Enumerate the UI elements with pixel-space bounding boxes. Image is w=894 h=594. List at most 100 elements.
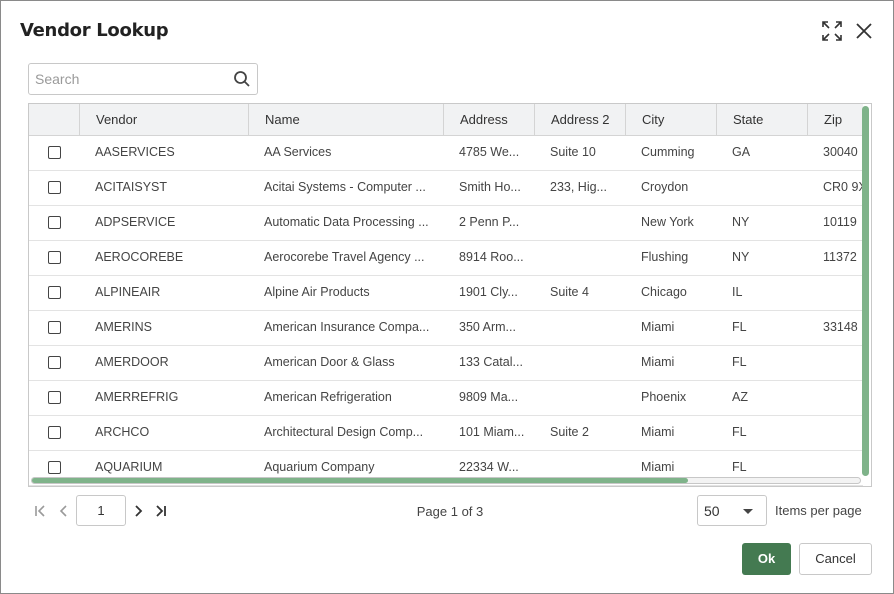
items-per-page-value: 50 — [704, 503, 720, 519]
cell-vendor: AASERVICES — [95, 145, 175, 159]
header-select[interactable] — [29, 104, 79, 136]
cell-address: 1901 Cly... — [459, 285, 518, 299]
cell-address-2 — [534, 206, 625, 240]
row-checkbox[interactable] — [48, 321, 61, 334]
cell-state: IL — [732, 285, 743, 299]
cell-city: Flushing — [641, 250, 689, 264]
table-row[interactable]: AEROCOREBE Aerocorebe Travel Agency ... 89… — [29, 241, 863, 276]
close-icon — [856, 23, 872, 39]
prev-page-button[interactable] — [54, 501, 74, 521]
cell-vendor: ADPSERVICE — [95, 215, 176, 229]
row-checkbox[interactable] — [48, 216, 61, 229]
row-checkbox[interactable] — [48, 251, 61, 264]
table-row[interactable]: ALPINEAIR Alpine Air Products 1901 Cly... S… — [29, 276, 863, 311]
cell-name: American Insurance Compa... — [264, 320, 430, 334]
header-address[interactable]: Address — [443, 104, 534, 136]
cell-city: Miami — [641, 355, 675, 369]
cell-state: GA — [732, 145, 751, 159]
close-button[interactable] — [852, 19, 876, 43]
page-number-input[interactable]: 1 — [76, 495, 126, 526]
cell-zip — [807, 381, 869, 415]
cell-vendor: AMERDOOR — [95, 355, 169, 369]
vertical-scroll-thumb[interactable] — [862, 106, 869, 476]
header-vendor[interactable]: Vendor — [79, 104, 248, 136]
cell-address-2: Suite 2 — [550, 425, 589, 439]
table-row[interactable]: ADPSERVICE Automatic Data Processing ... 2… — [29, 206, 863, 241]
cell-state: FL — [732, 355, 747, 369]
header-state[interactable]: State — [716, 104, 807, 136]
cell-zip — [807, 346, 869, 380]
cell-vendor: AEROCOREBE — [95, 250, 184, 264]
cell-address-2: 233, Hig... — [550, 180, 607, 194]
table-row[interactable]: AASERVICES AA Services 4785 We... Suite 10 C… — [29, 136, 863, 171]
cell-name: Alpine Air Products — [264, 285, 370, 299]
cell-name: AA Services — [264, 145, 332, 159]
cell-city: New York — [641, 215, 694, 229]
vertical-scrollbar[interactable] — [862, 106, 869, 476]
cell-address-2: Suite 4 — [550, 285, 589, 299]
cell-name: Automatic Data Processing ... — [264, 215, 429, 229]
header-name[interactable]: Name — [248, 104, 443, 136]
table-row[interactable]: AMERDOOR American Door & Glass 133 Catal..… — [29, 346, 863, 381]
vendor-grid: Vendor Name Address Address 2 City State… — [28, 103, 872, 487]
horizontal-scroll-thumb[interactable] — [32, 478, 688, 483]
table-row[interactable]: AMERINS American Insurance Compa... 350 Ar… — [29, 311, 863, 346]
items-per-page-select[interactable]: 50 — [697, 495, 767, 526]
row-checkbox[interactable] — [48, 356, 61, 369]
cell-address: 8914 Roo... — [459, 250, 524, 264]
header-zip[interactable]: Zip — [807, 104, 863, 136]
cell-address: 350 Arm... — [459, 320, 516, 334]
cell-name: Aerocorebe Travel Agency ... — [264, 250, 425, 264]
last-page-button[interactable] — [151, 501, 171, 521]
items-per-page-label: Items per page — [775, 503, 862, 518]
chevron-down-icon — [743, 509, 753, 514]
search-icon[interactable] — [233, 70, 251, 88]
page-info: Page 1 of 3 — [416, 504, 484, 519]
cell-name: American Refrigeration — [264, 390, 392, 404]
row-checkbox[interactable] — [48, 391, 61, 404]
cell-zip — [807, 276, 869, 310]
cell-address-2 — [534, 241, 625, 275]
cell-zip: 33148 — [823, 320, 858, 334]
row-checkbox[interactable] — [48, 461, 61, 474]
expand-button[interactable] — [820, 19, 844, 43]
table-row[interactable]: ARCHCO Architectural Design Comp... 101 Mi… — [29, 416, 863, 451]
cell-state: AZ — [732, 390, 748, 404]
header-address-2[interactable]: Address 2 — [534, 104, 625, 136]
cell-address-2 — [534, 346, 625, 380]
cell-address: 4785 We... — [459, 145, 520, 159]
table-row[interactable]: AMERREFRIG American Refrigeration 9809 Ma.… — [29, 381, 863, 416]
cancel-button[interactable]: Cancel — [799, 543, 872, 575]
cell-vendor: AMERREFRIG — [95, 390, 179, 404]
horizontal-scrollbar[interactable] — [31, 477, 861, 484]
row-checkbox[interactable] — [48, 286, 61, 299]
row-checkbox[interactable] — [48, 426, 61, 439]
next-page-button[interactable] — [128, 501, 148, 521]
first-page-button[interactable] — [30, 501, 50, 521]
search-input[interactable] — [29, 64, 229, 94]
row-checkbox[interactable] — [48, 181, 61, 194]
cell-city: Phoenix — [641, 390, 687, 404]
cell-state: NY — [732, 250, 750, 264]
vendor-lookup-dialog: Vendor Lookup Vendor Name Address Addres… — [0, 0, 894, 594]
cell-name: American Door & Glass — [264, 355, 395, 369]
cell-zip: CR0 9X — [823, 180, 867, 194]
header-city[interactable]: City — [625, 104, 716, 136]
cell-vendor: ACITAISYST — [95, 180, 168, 194]
table-row[interactable]: ACITAISYST Acitai Systems - Computer ... S… — [29, 171, 867, 206]
cell-city: Miami — [641, 320, 675, 334]
ok-button[interactable]: Ok — [742, 543, 791, 575]
first-page-icon — [35, 505, 45, 517]
last-page-icon — [156, 505, 166, 517]
cell-city: Miami — [641, 425, 675, 439]
row-checkbox[interactable] — [48, 146, 61, 159]
cell-address: 133 Catal... — [459, 355, 523, 369]
search-box — [28, 63, 258, 95]
cell-state: FL — [732, 320, 747, 334]
cell-city: Cumming — [641, 145, 695, 159]
cell-zip: 10119 — [823, 215, 857, 229]
cell-vendor: AMERINS — [95, 320, 152, 334]
cell-address: 2 Penn P... — [459, 215, 520, 229]
cell-city: Chicago — [641, 285, 687, 299]
cell-vendor: ALPINEAIR — [95, 285, 161, 299]
